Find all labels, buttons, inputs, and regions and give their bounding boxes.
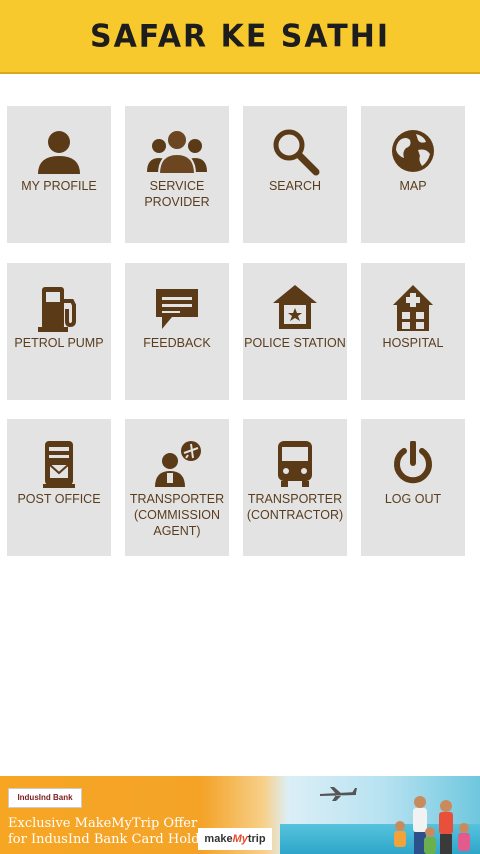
service-provider-tile[interactable]: SERVICE PROVIDER (125, 106, 229, 243)
police-station-icon (243, 281, 347, 335)
agent-icon (125, 437, 229, 491)
tile-label: PETROL PUMP (14, 336, 104, 350)
feedback-tile[interactable]: FEEDBACK (125, 263, 229, 400)
makemytrip-logo: makeMytrip (198, 828, 272, 850)
offer-text: Exclusive MakeMyTrip Offer for IndusInd … (8, 816, 220, 848)
transporter-contractor-tile[interactable]: TRANSPORTER (CONTRACTOR) (243, 419, 347, 556)
tile-label: MY PROFILE (21, 179, 97, 193)
travelers-illustration (394, 796, 470, 854)
tile-label: POST OFFICE (17, 492, 101, 506)
tile-label: POLICE STATION (244, 336, 346, 350)
app-header: SAFAR KE SATHI (0, 0, 480, 74)
police-station-tile[interactable]: POLICE STATION (243, 263, 347, 400)
globe-icon (361, 124, 465, 178)
tile-label: LOG OUT (384, 492, 442, 506)
fuel-pump-icon (7, 281, 111, 335)
ad-banner[interactable]: IndusInd Bank Exclusive MakeMyTrip Offer… (0, 776, 480, 854)
transporter-commission-agent-tile[interactable]: TRANSPORTER (COMMISSION AGENT) (125, 419, 229, 556)
hospital-icon (361, 281, 465, 335)
offer-line-1: Exclusive MakeMyTrip Offer (8, 816, 198, 831)
tile-label: TRANSPORTER (CONTRACTOR) (246, 492, 344, 522)
tile-label: FEEDBACK (143, 336, 211, 350)
log-out-tile[interactable]: LOG OUT (361, 419, 465, 556)
postbox-icon (7, 437, 111, 491)
post-office-tile[interactable]: POST OFFICE (7, 419, 111, 556)
person-icon (7, 124, 111, 178)
group-icon (125, 124, 229, 178)
power-icon (361, 437, 465, 491)
search-tile[interactable]: SEARCH (243, 106, 347, 243)
brand-make: make (204, 833, 233, 845)
search-icon (243, 124, 347, 178)
my-profile-tile[interactable]: MY PROFILE (7, 106, 111, 243)
hospital-tile[interactable]: HOSPITAL (361, 263, 465, 400)
bus-icon (243, 437, 347, 491)
offer-line-2: for IndusInd Bank Card Holders (8, 832, 221, 847)
tile-label: MAP (399, 179, 427, 193)
brand-trip: trip (247, 833, 266, 845)
app-title: SAFAR KE SATHI (89, 17, 391, 55)
map-tile[interactable]: MAP (361, 106, 465, 243)
airplane-icon (320, 787, 357, 801)
brand-my: My (232, 833, 248, 845)
tile-label: SERVICE PROVIDER (144, 179, 210, 209)
tile-label: HOSPITAL (382, 336, 444, 350)
chat-bubble-icon (125, 281, 229, 335)
petrol-pump-tile[interactable]: PETROL PUMP (7, 263, 111, 400)
tile-label: SEARCH (268, 179, 322, 193)
bank-logo: IndusInd Bank (8, 788, 82, 808)
tile-label: TRANSPORTER (COMMISSION AGENT) (129, 492, 225, 538)
